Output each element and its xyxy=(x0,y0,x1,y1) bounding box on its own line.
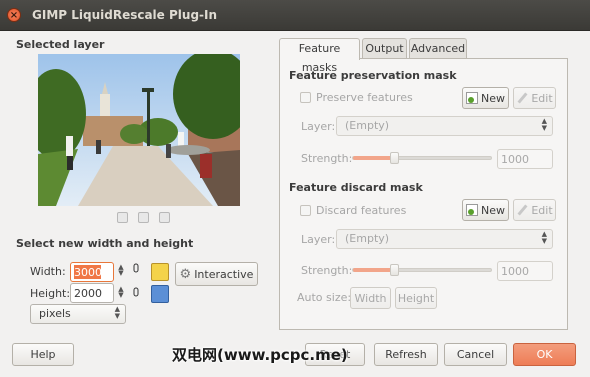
titlebar: × GIMP LiquidRescale Plug-In xyxy=(0,0,590,31)
gears-icon: ⚙ xyxy=(179,266,192,282)
discard-strength-label: Strength: xyxy=(301,264,353,277)
width-stepper-icon[interactable]: ▲ ▼ xyxy=(117,264,125,277)
help-button[interactable]: Help xyxy=(12,343,74,366)
height-value[interactable] xyxy=(71,284,113,302)
slider-fill xyxy=(353,156,395,160)
cancel-button[interactable]: Cancel xyxy=(444,343,507,366)
select-arrows-icon: ▲ ▼ xyxy=(114,305,120,320)
new-layer-icon xyxy=(466,92,478,104)
discard-layer-label: Layer: xyxy=(301,233,336,246)
tab-output[interactable]: Output xyxy=(362,38,407,59)
pencil-icon xyxy=(516,204,528,216)
tab-feature-masks[interactable]: Feature masks xyxy=(279,38,360,74)
preservation-strength-label: Strength: xyxy=(301,152,353,165)
ok-button[interactable]: OK xyxy=(513,343,576,366)
discard-features-checkbox[interactable] xyxy=(300,205,311,216)
preservation-strength-knob[interactable] xyxy=(390,152,399,164)
edit-discard-button[interactable]: Edit xyxy=(513,199,556,221)
height-label: Height: xyxy=(30,287,71,300)
preservation-strength-slider[interactable] xyxy=(352,156,492,160)
pencil-icon xyxy=(516,92,528,104)
height-input[interactable] xyxy=(70,283,114,303)
site-watermark: 双电网(www.pcpc.me) xyxy=(172,346,348,364)
select-arrows-icon: ▲ ▼ xyxy=(541,117,547,132)
unit-value: pixels xyxy=(39,307,71,320)
discard-layer-select[interactable]: (Empty) ▲ ▼ xyxy=(336,229,553,249)
select-arrows-icon: ▲ ▼ xyxy=(541,230,547,245)
preserve-features-checkbox[interactable] xyxy=(300,92,311,103)
resize-title: Select new width and height xyxy=(16,237,194,250)
slider-fill xyxy=(353,268,395,272)
discard-strength-slider[interactable] xyxy=(352,268,492,272)
width-label: Width: xyxy=(30,265,66,278)
height-stepper-icon[interactable]: ▲ ▼ xyxy=(117,286,125,299)
window-title: GIMP LiquidRescale Plug-In xyxy=(32,8,218,22)
discard-strength-knob[interactable] xyxy=(390,264,399,276)
tab-advanced[interactable]: Advanced xyxy=(409,38,467,59)
chain-link-icon[interactable] xyxy=(133,263,139,297)
liquidrescale-dialog: × GIMP LiquidRescale Plug-In Selected la… xyxy=(0,0,590,377)
layer-preview-image xyxy=(38,54,240,206)
autosize-width-button[interactable]: Width xyxy=(350,287,391,309)
refresh-button[interactable]: Refresh xyxy=(374,343,438,366)
width-input[interactable] xyxy=(70,262,114,282)
new-preservation-button[interactable]: New xyxy=(462,87,509,109)
interactive-button[interactable]: ⚙ Interactive xyxy=(175,262,258,286)
new-layer-icon xyxy=(466,204,478,216)
selected-layer-title: Selected layer xyxy=(16,38,105,51)
discard-strength-input[interactable] xyxy=(497,261,553,281)
preservation-strength-value[interactable] xyxy=(498,150,552,168)
preview-navigation xyxy=(117,212,170,223)
scale-icon[interactable] xyxy=(151,285,169,303)
edit-preservation-button[interactable]: Edit xyxy=(513,87,556,109)
autosize-height-button[interactable]: Height xyxy=(395,287,437,309)
layer-icon[interactable] xyxy=(117,212,128,223)
layer-icon[interactable] xyxy=(159,212,170,223)
preservation-layer-label: Layer: xyxy=(301,120,336,133)
preservation-layer-select[interactable]: (Empty) ▲ ▼ xyxy=(336,116,553,136)
discard-title: Feature discard mask xyxy=(289,181,423,194)
discard-features-label: Discard features xyxy=(316,204,407,217)
new-discard-button[interactable]: New xyxy=(462,199,509,221)
preservation-strength-input[interactable] xyxy=(497,149,553,169)
layer-icon[interactable] xyxy=(138,212,149,223)
unit-select[interactable]: pixels ▲ ▼ xyxy=(30,304,126,324)
discard-strength-value[interactable] xyxy=(498,262,552,280)
autosize-label: Auto size: xyxy=(297,291,352,304)
preserve-features-label: Preserve features xyxy=(316,91,413,104)
rotate-icon[interactable] xyxy=(151,263,169,281)
close-window-icon[interactable]: × xyxy=(7,8,21,22)
width-value[interactable] xyxy=(71,263,113,281)
